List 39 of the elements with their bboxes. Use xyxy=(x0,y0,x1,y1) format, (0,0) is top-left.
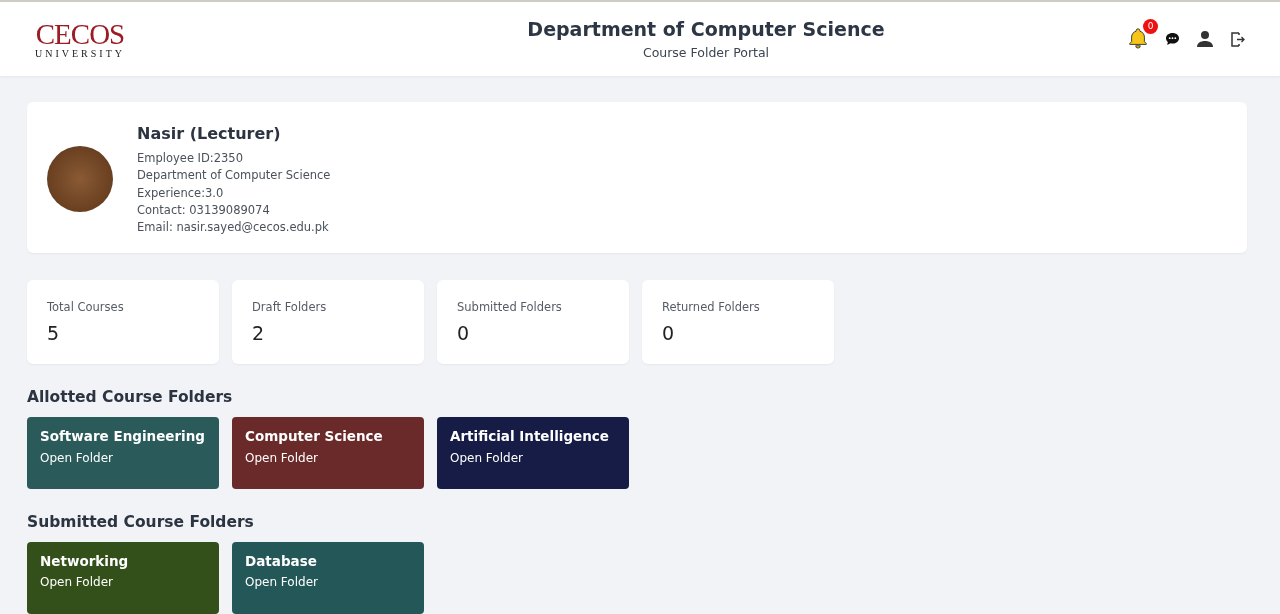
profile-detail: Email: nasir.sayed@cecos.edu.pk xyxy=(137,219,330,237)
stat-value: 2 xyxy=(252,320,266,346)
chat-bubble-icon[interactable] xyxy=(1165,32,1180,46)
folder-name: Computer Science xyxy=(245,428,384,446)
open-folder-link[interactable]: Open Folder xyxy=(40,450,206,465)
folder-name: Database xyxy=(245,552,318,571)
profile-detail: Experience:3.0 xyxy=(137,184,225,202)
profile-name: Nasir (Lecturer) xyxy=(137,123,282,145)
page-title: Department of Computer Science xyxy=(527,17,885,43)
folder-card[interactable]: Database Open Folder xyxy=(232,541,424,614)
user-icon[interactable] xyxy=(1196,30,1214,48)
profile-detail: Contact: 03139089074 xyxy=(137,201,271,219)
logout-icon[interactable] xyxy=(1230,30,1246,48)
stat-label: Total Courses xyxy=(47,299,125,317)
section-title: Allotted Course Folders xyxy=(27,388,234,408)
bell-icon[interactable] xyxy=(1127,27,1149,49)
section-title: Submitted Course Folders xyxy=(27,513,255,532)
folder-card[interactable]: Software Engineering Open Folder xyxy=(27,417,219,490)
profile-detail: Department of Computer Science xyxy=(137,167,331,185)
stat-value: 0 xyxy=(457,320,471,346)
folder-name: Software Engineering xyxy=(40,428,206,446)
stat-label: Submitted Folders xyxy=(457,299,563,317)
folder-card[interactable]: Networking Open Folder xyxy=(27,541,219,614)
page-subtitle: Course Folder Portal xyxy=(641,43,771,62)
university-logo: CECOS UNIVERSITY xyxy=(34,19,126,59)
open-folder-link[interactable]: Open Folder xyxy=(245,575,411,590)
open-folder-link[interactable]: Open Folder xyxy=(40,575,206,590)
open-folder-link[interactable]: Open Folder xyxy=(450,450,616,465)
stat-label: Draft Folders xyxy=(252,299,328,317)
folder-card[interactable]: Artificial Intelligence Open Folder xyxy=(437,417,629,490)
stat-label: Returned Folders xyxy=(662,299,761,317)
profile-detail: Employee ID:2350 xyxy=(137,150,244,167)
stat-value: 5 xyxy=(47,320,61,346)
open-folder-link[interactable]: Open Folder xyxy=(245,450,411,465)
folder-name: Artificial Intelligence xyxy=(450,428,610,446)
folder-name: Networking xyxy=(40,552,130,571)
notification-count: 0 xyxy=(1143,19,1158,34)
stat-value: 0 xyxy=(662,320,676,346)
folder-card[interactable]: Computer Science Open Folder xyxy=(232,417,424,490)
